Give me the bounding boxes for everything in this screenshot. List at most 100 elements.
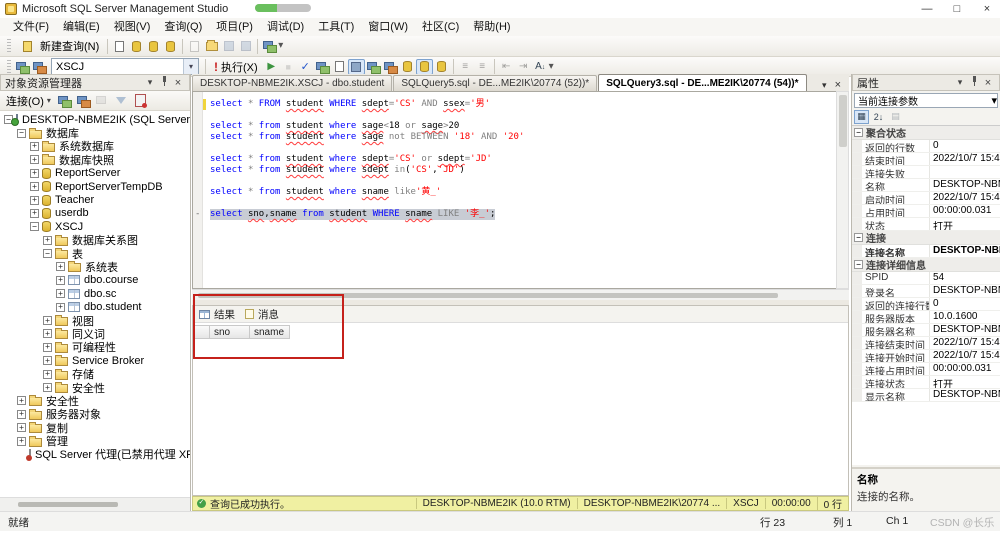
new-query-button[interactable]: 新建查询(N) — [14, 37, 104, 55]
toolbar-overflow-icon[interactable]: ▾ — [278, 41, 283, 51]
property-row[interactable]: 服务器版本10.0.1600 — [852, 311, 1000, 324]
tree-item[interactable]: +dbo.course — [0, 274, 190, 287]
results-column-header[interactable]: sname — [250, 325, 290, 339]
property-row[interactable]: SPID54 — [852, 272, 1000, 285]
tree-item[interactable]: SQL Server 代理(已禁用代理 XP) — [0, 448, 190, 461]
expander-icon[interactable]: + — [43, 343, 52, 352]
tree-item[interactable]: +视图 — [0, 314, 190, 327]
pin-icon[interactable] — [157, 76, 171, 89]
change-connection-icon[interactable] — [31, 59, 48, 75]
decrease-indent-icon[interactable]: ⇤ — [498, 59, 515, 75]
scrollbar-thumb[interactable] — [18, 502, 118, 507]
tree-item[interactable]: +复制 — [0, 421, 190, 434]
property-row[interactable]: 连接占用时间00:00:00.031 — [852, 363, 1000, 376]
property-row[interactable]: 登录名DESKTOP-NBME2IK — [852, 285, 1000, 298]
property-row[interactable]: 占用时间00:00:00.031 — [852, 205, 1000, 218]
expander-icon[interactable]: + — [30, 169, 39, 178]
activity-monitor-icon[interactable] — [261, 38, 278, 54]
menu-item[interactable]: 窗口(W) — [361, 18, 415, 36]
collapse-icon[interactable]: − — [854, 233, 863, 242]
execute-button[interactable]: ! 执行(X) — [209, 58, 263, 76]
tree-item[interactable]: +Teacher — [0, 193, 190, 206]
expander-icon[interactable]: + — [17, 410, 26, 419]
expander-icon[interactable]: − — [30, 222, 39, 231]
tree-item[interactable]: +ReportServer — [0, 167, 190, 180]
collapse-icon[interactable]: − — [854, 128, 863, 137]
menu-item[interactable]: 项目(P) — [209, 18, 260, 36]
property-row[interactable]: 服务器名称DESKTOP-NBME2IK — [852, 324, 1000, 337]
property-row[interactable]: 返回的连接行数0 — [852, 298, 1000, 311]
expander-icon[interactable]: − — [17, 129, 26, 138]
tree-item[interactable]: +服务器对象 — [0, 408, 190, 421]
intellisense-icon[interactable]: A↓ — [532, 59, 549, 75]
close-button[interactable]: × — [980, 3, 994, 15]
save-all-icon[interactable] — [237, 38, 254, 54]
include-actual-plan-icon[interactable] — [365, 59, 382, 75]
expander-icon[interactable]: + — [17, 396, 26, 405]
property-row[interactable]: 连接开始时间2022/10/7 15:43:08 — [852, 350, 1000, 363]
specify-template-values-icon[interactable] — [348, 59, 365, 75]
tab-list-dropdown-icon[interactable]: ▾ — [822, 80, 827, 91]
tree-item[interactable]: +dbo.sc — [0, 287, 190, 300]
analysis-services-mdx-query-icon[interactable] — [128, 38, 145, 54]
scrollbar-thumb[interactable] — [198, 293, 778, 298]
tree-item[interactable]: +数据库关系图 — [0, 234, 190, 247]
expander-icon[interactable]: + — [30, 182, 39, 191]
connect-query-icon[interactable] — [14, 59, 31, 75]
expander-icon[interactable]: + — [17, 437, 26, 446]
property-row[interactable]: 连接结束时间2022/10/7 15:43:08 — [852, 337, 1000, 350]
tree-item[interactable]: +管理 — [0, 434, 190, 447]
tree-item[interactable]: +可编程性 — [0, 341, 190, 354]
menu-item[interactable]: 视图(V) — [107, 18, 158, 36]
results-column-header[interactable]: sno — [210, 325, 250, 339]
property-category[interactable]: −连接详细信息 — [852, 258, 1000, 272]
panel-close-icon[interactable]: × — [171, 77, 185, 89]
tree-item[interactable]: +安全性 — [0, 381, 190, 394]
expander-icon[interactable]: − — [43, 249, 52, 258]
disconnect-icon[interactable] — [75, 93, 92, 109]
menu-item[interactable]: 编辑(E) — [56, 18, 107, 36]
scrollbar-thumb[interactable] — [839, 95, 847, 147]
property-row[interactable]: 结束时间2022/10/7 15:43:08 — [852, 153, 1000, 166]
sql-editor[interactable]: select * FROM student WHERE sdept='CS' A… — [192, 91, 849, 289]
expander-icon[interactable]: + — [56, 276, 65, 285]
pin-icon[interactable] — [967, 76, 981, 89]
combo-dropdown-icon[interactable]: ▾ — [991, 94, 997, 107]
tree-item[interactable]: +系统表 — [0, 260, 190, 273]
tree-item[interactable]: −数据库 — [0, 126, 190, 139]
tree-item[interactable]: −XSCJ — [0, 220, 190, 233]
connect-object-explorer-icon[interactable] — [56, 93, 73, 109]
connect-button[interactable]: 连接(O) ▾ — [3, 93, 54, 109]
expander-icon[interactable]: + — [56, 262, 65, 271]
tree-item[interactable]: +同义词 — [0, 327, 190, 340]
editor-vscrollbar[interactable] — [836, 91, 849, 289]
property-category[interactable]: −连接 — [852, 231, 1000, 245]
property-row[interactable]: 名称DESKTOP-NBME2IK — [852, 179, 1000, 192]
analysis-services-dmx-query-icon[interactable] — [145, 38, 162, 54]
tree-item[interactable]: +dbo.student — [0, 300, 190, 313]
tree-item[interactable]: +数据库快照 — [0, 153, 190, 166]
code-area[interactable]: select * FROM student WHERE sdept='CS' A… — [193, 99, 834, 220]
expander-icon[interactable]: + — [30, 209, 39, 218]
alphabetical-sort-icon[interactable]: 2↓ — [871, 110, 886, 124]
tree-item[interactable]: +userdb — [0, 207, 190, 220]
save-icon[interactable] — [220, 38, 237, 54]
property-row[interactable]: 启动时间2022/10/7 15:43:08 — [852, 192, 1000, 205]
toolbar-overflow-icon[interactable]: ▾ — [549, 62, 554, 72]
cancel-query-icon[interactable]: ■ — [280, 59, 297, 75]
property-row[interactable]: 连接失败 — [852, 166, 1000, 179]
parse-icon[interactable]: ✓ — [297, 59, 314, 75]
expander-icon[interactable]: + — [43, 383, 52, 392]
property-category[interactable]: −聚合状态 — [852, 126, 1000, 140]
expander-icon[interactable]: + — [43, 316, 52, 325]
database-engine-query-icon[interactable] — [111, 38, 128, 54]
property-pages-icon[interactable]: ▤ — [888, 110, 903, 124]
stop-icon[interactable] — [94, 93, 111, 109]
tree-item[interactable]: +存储 — [0, 367, 190, 380]
menu-item[interactable]: 查询(Q) — [157, 18, 209, 36]
document-tab[interactable]: DESKTOP-NBME2IK.XSCJ - dbo.student — [192, 75, 392, 91]
results-to-text-icon[interactable] — [399, 59, 416, 75]
tree-item[interactable]: −DESKTOP-NBME2IK (SQL Server 10.0.160 — [0, 113, 190, 126]
close-document-icon[interactable]: × — [835, 79, 841, 91]
property-row[interactable]: 显示名称DESKTOP-NBME2IK — [852, 389, 1000, 402]
